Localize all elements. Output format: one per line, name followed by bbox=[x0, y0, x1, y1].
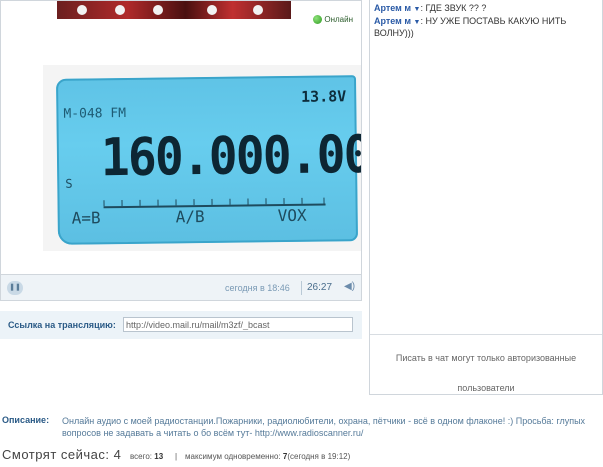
total-value: 13 bbox=[154, 452, 164, 461]
video-top-strip bbox=[57, 1, 291, 19]
max-viewers: максимум одновременно: 7(сегодня в 19:12… bbox=[185, 452, 350, 461]
lcd-s-label: S bbox=[65, 176, 73, 191]
chat-author[interactable]: Артем м bbox=[374, 16, 411, 26]
viewers-now: Смотрят сейчас: 4 bbox=[2, 447, 122, 462]
broadcast-duration: 26:27 bbox=[307, 282, 333, 293]
stats-separator: | bbox=[175, 452, 178, 461]
total-viewers: всего: 13 bbox=[130, 452, 163, 461]
max-label: максимум одновременно: bbox=[185, 452, 281, 461]
online-indicator: Онлайн bbox=[313, 15, 353, 24]
chat-message: Артем м ▼: ГДЕ ЗВУК ?? ? bbox=[374, 3, 600, 15]
pause-button[interactable]: ❚❚ bbox=[7, 281, 23, 295]
viewer-stats: Смотрят сейчас: 4 всего: 13 | максимум о… bbox=[2, 447, 602, 463]
lcd-vox: VOX bbox=[277, 205, 307, 226]
broadcast-date: сегодня в 18:46 bbox=[225, 283, 290, 293]
chat-author[interactable]: Артем м bbox=[374, 3, 411, 13]
lcd-voltage: 13.8V bbox=[300, 87, 347, 106]
chat-message: Артем м ▼: НУ УЖЕ ПОСТАВЬ КАКУЮ НИТЬ ВОЛ… bbox=[374, 16, 600, 39]
lcd-a-equals-b: A=B bbox=[71, 208, 101, 228]
broadcast-link-row: Ссылка на трансляцию: bbox=[0, 311, 362, 339]
player-controls: ❚❚ сегодня в 18:46 26:27 ◀) bbox=[0, 275, 362, 301]
max-when: (сегодня в 19:12) bbox=[287, 452, 351, 461]
description-text: Онлайн аудио с моей радиостанции.Пожарни… bbox=[62, 416, 586, 438]
total-label: всего: bbox=[130, 452, 153, 461]
radio-lcd-display: M-048 FM 13.8V 160.000.00 S A=B A/B VOX bbox=[55, 75, 361, 245]
controls-divider bbox=[301, 281, 302, 295]
chat-panel: Артем м ▼: ГДЕ ЗВУК ?? ? Артем м ▼: НУ У… bbox=[369, 0, 603, 395]
broadcast-link-input[interactable] bbox=[123, 317, 353, 332]
chat-notice-area: Писать в чат могут только авторизованные… bbox=[370, 334, 602, 393]
chat-auth-notice: Писать в чат могут только авторизованные… bbox=[395, 353, 577, 393]
volume-icon[interactable]: ◀) bbox=[344, 281, 355, 292]
broadcast-link-label: Ссылка на трансляцию: bbox=[8, 320, 116, 330]
description-label: Описание: bbox=[2, 415, 50, 425]
chat-message-text: : ГДЕ ЗВУК ?? ? bbox=[420, 3, 487, 13]
video-frame[interactable]: M-048 FM 13.8V 160.000.00 S A=B A/B VOX … bbox=[0, 0, 362, 275]
lcd-channel: M-048 FM bbox=[63, 105, 127, 122]
lcd-frequency: 160.000.00 bbox=[100, 125, 362, 189]
online-dot-icon bbox=[313, 15, 323, 24]
video-player: M-048 FM 13.8V 160.000.00 S A=B A/B VOX … bbox=[0, 0, 363, 343]
lcd-a-b: A/B bbox=[175, 207, 205, 227]
pause-icon: ❚❚ bbox=[9, 284, 21, 291]
online-label: Онлайн bbox=[324, 15, 353, 24]
